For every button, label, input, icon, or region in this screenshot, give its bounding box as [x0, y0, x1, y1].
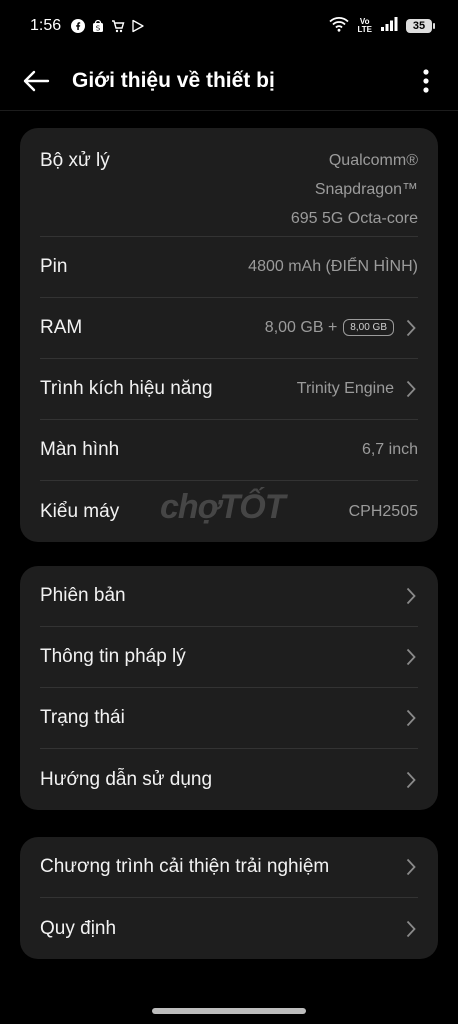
ram-value-text: 8,00 GB + [264, 319, 338, 336]
status-label: Trạng thái [40, 707, 125, 728]
battery-icon: 35 [406, 19, 435, 33]
screen-value: 6,7 inch [361, 441, 418, 458]
guide-label: Hướng dẫn sử dụng [40, 768, 213, 790]
tiki-icon [111, 19, 125, 33]
chevron-right-icon [404, 709, 418, 727]
chevron-right-icon [404, 380, 418, 398]
status-right: Vo LTE 35 [329, 16, 435, 36]
cpu-label: Bộ xử lý [40, 150, 110, 171]
battery-label: Pin [40, 256, 68, 277]
regulations-label: Quy định [40, 917, 117, 939]
cpu-value: Qualcomm® Snapdragon™ 695 5G Octa-core [291, 146, 418, 233]
chevron-right-icon [404, 771, 418, 789]
header-divider [0, 110, 458, 111]
status-time: 1:56 [30, 17, 62, 34]
arrow-left-icon [23, 70, 50, 92]
legal-label: Thông tin pháp lý [40, 646, 186, 667]
ram-value: 8,00 GB + 8,00 GB [265, 319, 394, 337]
spec-row-model: Kiểu máy CPH2505 [40, 481, 418, 542]
experience-label: Chương trình cải thiện trải nghiệm [40, 856, 330, 877]
spec-row-ram[interactable]: RAM 8,00 GB + 8,00 GB [40, 298, 418, 359]
volte-line2: LTE [357, 25, 372, 34]
ram-extension-badge: 8,00 GB [343, 319, 394, 337]
cpu-value-line3: 695 5G Octa-core [290, 210, 418, 227]
app-header: Giới thiệu về thiết bị [0, 52, 458, 110]
back-button[interactable] [20, 65, 52, 97]
menu-item-guide[interactable]: Hướng dẫn sử dụng [40, 749, 418, 810]
menu-card-2: Chương trình cải thiện trải nghiệm Quy đ… [20, 837, 438, 959]
spec-row-cpu: Bộ xử lý Qualcomm® Snapdragon™ 695 5G Oc… [40, 128, 418, 237]
more-options-button[interactable] [414, 65, 438, 97]
shop-icon: S [91, 19, 105, 33]
spec-row-performance[interactable]: Trình kích hiệu năng Trinity Engine [40, 359, 418, 420]
cpu-value-line2: Snapdragon™ [314, 181, 418, 198]
menu-card-1: Phiên bản Thông tin pháp lý Trạng thái H… [20, 566, 438, 810]
more-vertical-icon [423, 69, 429, 93]
screen-label: Màn hình [40, 439, 120, 460]
specs-card: Bộ xử lý Qualcomm® Snapdragon™ 695 5G Oc… [20, 128, 438, 542]
menu-item-experience[interactable]: Chương trình cải thiện trải nghiệm [40, 837, 418, 898]
signal-icon [380, 16, 398, 36]
chevron-right-icon [404, 587, 418, 605]
menu-item-legal[interactable]: Thông tin pháp lý [40, 627, 418, 688]
facebook-icon [71, 19, 86, 33]
cpu-value-line1: Qualcomm® [328, 152, 418, 169]
volte-indicator: Vo LTE [357, 18, 372, 34]
ram-label: RAM [40, 317, 83, 338]
model-label: Kiểu máy [40, 500, 120, 522]
menu-item-regulations[interactable]: Quy định [40, 898, 418, 959]
notification-icons: S [71, 19, 145, 33]
chevron-right-icon [404, 920, 418, 938]
spec-row-battery: Pin 4800 mAh (ĐIỂN HÌNH) [40, 237, 418, 298]
play-store-icon [131, 19, 145, 33]
performance-label: Trình kích hiệu năng [40, 378, 213, 399]
gesture-nav-bar[interactable] [152, 1008, 306, 1014]
menu-item-version[interactable]: Phiên bản [40, 566, 418, 627]
spec-row-screen: Màn hình 6,7 inch [40, 420, 418, 481]
version-label: Phiên bản [40, 585, 126, 606]
wifi-icon [329, 16, 350, 36]
page-title: Giới thiệu về thiết bị [72, 69, 275, 92]
chevron-right-icon [404, 319, 418, 337]
menu-item-status[interactable]: Trạng thái [40, 688, 418, 749]
status-bar: 1:56 S Vo LTE 35 [0, 0, 458, 52]
model-value: CPH2505 [348, 502, 418, 520]
battery-value: 4800 mAh (ĐIỂN HÌNH) [248, 258, 418, 275]
performance-value: Trinity Engine [296, 380, 394, 397]
svg-text:S: S [96, 25, 101, 33]
chevron-right-icon [404, 648, 418, 666]
chevron-right-icon [404, 858, 418, 876]
